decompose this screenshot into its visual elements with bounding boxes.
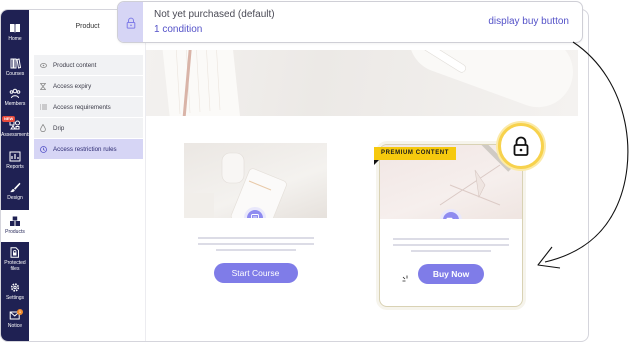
clock-icon [39, 145, 47, 153]
nav-label-products: Products [5, 229, 25, 235]
nav-item-notice[interactable]: 1 Notice [1, 309, 29, 329]
reports-icon [9, 151, 21, 162]
video-icon [446, 217, 456, 219]
nav-item-products[interactable]: Products [1, 210, 29, 242]
nav-item-home[interactable]: Home [1, 18, 29, 48]
lock-icon [513, 136, 529, 156]
menu-label: Access restriction rules [53, 145, 117, 153]
premium-content-badge: PREMIUM CONTENT [374, 147, 456, 160]
menu-item-access-restriction-rules[interactable]: Access restriction rules [34, 139, 143, 159]
main-nav: Home Courses Members NEW Assessments Rep… [1, 10, 31, 341]
popover-title: Not yet purchased (default) [154, 9, 275, 20]
free-card-text-placeholder [184, 237, 327, 251]
premium-course-card: Buy Now [379, 144, 523, 307]
menu-label: Access expiry [53, 82, 92, 90]
popover-condition-count[interactable]: 1 condition [154, 24, 202, 35]
nav-label-protected-files: Protected files [4, 260, 26, 272]
nav-label-assessments: Assessments [1, 132, 31, 138]
menu-item-access-expiry[interactable]: Access expiry [34, 76, 143, 96]
lock-icon [126, 17, 135, 29]
nav-item-assessments[interactable]: NEW Assessments [1, 116, 31, 138]
popover-action[interactable]: display buy button [488, 16, 569, 27]
menu-item-product-content[interactable]: Product content [34, 55, 143, 75]
content-area: Start Course Buy Now PREMIUM CONTENT [146, 10, 588, 341]
menu-label: Product content [53, 61, 97, 69]
drop-icon [39, 124, 47, 132]
brush-icon [10, 182, 21, 193]
nav-label-members: Members [4, 101, 26, 107]
hourglass-icon [39, 82, 47, 90]
nav-label-settings: Settings [5, 295, 25, 301]
free-card-image [184, 143, 327, 218]
products-icon [10, 216, 20, 226]
premium-card-text-placeholder [380, 238, 522, 252]
product-sidebar: Product Product content Access expiry Ac… [29, 10, 146, 341]
hero-illustration [162, 50, 573, 116]
nav-item-courses[interactable]: Courses [1, 58, 29, 77]
book-icon [10, 24, 20, 33]
menu-item-drip[interactable]: Drip [34, 118, 143, 138]
notice-count-badge: 1 [17, 309, 23, 315]
premium-lock-badge [498, 123, 544, 169]
courses-icon [10, 58, 21, 69]
gear-icon [10, 283, 20, 292]
hero-image [146, 50, 578, 116]
nav-item-settings[interactable]: Settings [1, 282, 29, 301]
app-window: Home Courses Members NEW Assessments Rep… [0, 9, 589, 342]
nav-item-design[interactable]: Design [1, 182, 29, 201]
list-icon [39, 103, 47, 111]
document-icon [251, 213, 259, 218]
menu-label: Drip [53, 124, 65, 132]
file-lock-icon [10, 247, 19, 258]
nav-label-courses: Courses [5, 71, 25, 77]
nav-label-home: Home [8, 36, 22, 42]
nav-label-design: Design [7, 195, 23, 201]
product-menu: Product content Access expiry Access req… [34, 55, 143, 160]
members-icon [9, 88, 21, 99]
stage: Home Courses Members NEW Assessments Rep… [0, 0, 629, 344]
click-sparkle-icon [402, 275, 408, 282]
new-badge: NEW [2, 116, 16, 122]
menu-label: Access requirements [53, 103, 111, 111]
menu-item-access-requirements[interactable]: Access requirements [34, 97, 143, 117]
buy-now-button[interactable]: Buy Now [418, 264, 484, 284]
free-course-card: Start Course [184, 143, 327, 283]
nav-label-notice: Notice [7, 323, 23, 329]
popover-lock-strip [118, 2, 143, 42]
nav-label-reports: Reports [6, 164, 24, 170]
nav-item-members[interactable]: Members [1, 88, 29, 107]
start-course-button[interactable]: Start Course [213, 263, 298, 283]
access-rule-popover[interactable]: Not yet purchased (default) 1 condition … [117, 1, 583, 43]
nav-item-protected-files[interactable]: Protected files [1, 247, 29, 272]
premium-ribbon-fold [374, 160, 379, 165]
nav-item-reports[interactable]: Reports [1, 151, 29, 170]
eye-icon [39, 61, 47, 69]
